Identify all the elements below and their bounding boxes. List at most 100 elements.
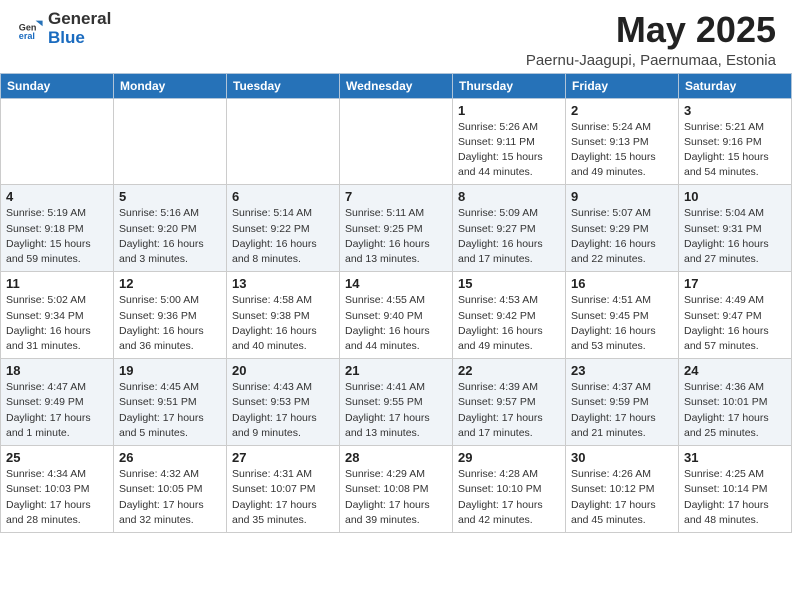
day-info: Sunrise: 4:55 AM Sunset: 9:40 PM Dayligh… [345,293,447,354]
day-number: 11 [6,276,108,291]
day-info: Sunrise: 4:58 AM Sunset: 9:38 PM Dayligh… [232,293,334,354]
day-number: 8 [458,189,560,204]
day-info: Sunrise: 4:39 AM Sunset: 9:57 PM Dayligh… [458,380,560,441]
day-cell: 11 Sunrise: 5:02 AM Sunset: 9:34 PM Dayli… [1,272,114,359]
day-number: 16 [571,276,673,291]
day-info: Sunrise: 4:51 AM Sunset: 9:45 PM Dayligh… [571,293,673,354]
day-cell [340,98,453,185]
day-number: 6 [232,189,334,204]
day-cell: 20 Sunrise: 4:43 AM Sunset: 9:53 PM Dayli… [227,359,340,446]
day-info: Sunrise: 4:25 AM Sunset: 10:14 PM Daylig… [684,467,786,528]
day-cell: 9 Sunrise: 5:07 AM Sunset: 9:29 PM Daylig… [566,185,679,272]
day-number: 12 [119,276,221,291]
day-info: Sunrise: 4:37 AM Sunset: 9:59 PM Dayligh… [571,380,673,441]
day-cell: 25Sunrise: 4:34 AM Sunset: 10:03 PM Dayl… [1,446,114,533]
day-info: Sunrise: 4:41 AM Sunset: 9:55 PM Dayligh… [345,380,447,441]
week-row-2: 4Sunrise: 5:19 AM Sunset: 9:18 PM Daylig… [1,185,792,272]
day-cell: 15Sunrise: 4:53 AM Sunset: 9:42 PM Dayli… [453,272,566,359]
day-cell: 19 Sunrise: 4:45 AM Sunset: 9:51 PM Dayli… [114,359,227,446]
day-cell: 27 Sunrise: 4:31 AM Sunset: 10:07 PM Dayl… [227,446,340,533]
day-number: 27 [232,450,334,465]
day-info: Sunrise: 4:49 AM Sunset: 9:47 PM Dayligh… [684,293,786,354]
day-cell: 24Sunrise: 4:36 AM Sunset: 10:01 PM Dayl… [679,359,792,446]
day-number: 13 [232,276,334,291]
day-info: Sunrise: 5:00 AM Sunset: 9:36 PM Dayligh… [119,293,221,354]
logo-icon: Gen eral [16,15,44,43]
day-info: Sunrise: 4:34 AM Sunset: 10:03 PM Daylig… [6,467,108,528]
day-number: 15 [458,276,560,291]
day-number: 21 [345,363,447,378]
day-cell [227,98,340,185]
weekday-header-wednesday: Wednesday [340,73,453,98]
calendar-table: SundayMondayTuesdayWednesdayThursdayFrid… [0,73,792,533]
day-number: 18 [6,363,108,378]
title-block: May 2025 Paernu-Jaagupi, Paernumaa, Esto… [526,10,776,69]
day-info: Sunrise: 5:19 AM Sunset: 9:18 PM Dayligh… [6,206,108,267]
day-cell [1,98,114,185]
day-cell: 30 Sunrise: 4:26 AM Sunset: 10:12 PM Dayl… [566,446,679,533]
day-info: Sunrise: 5:26 AM Sunset: 9:11 PM Dayligh… [458,120,560,181]
day-info: Sunrise: 5:02 AM Sunset: 9:34 PM Dayligh… [6,293,108,354]
weekday-header-thursday: Thursday [453,73,566,98]
day-cell: 1Sunrise: 5:26 AM Sunset: 9:11 PM Daylig… [453,98,566,185]
weekday-header-monday: Monday [114,73,227,98]
day-cell: 23Sunrise: 4:37 AM Sunset: 9:59 PM Dayli… [566,359,679,446]
logo: Gen eral General Blue [16,10,111,47]
day-number: 30 [571,450,673,465]
calendar-subtitle: Paernu-Jaagupi, Paernumaa, Estonia [526,52,776,69]
day-cell: 8 Sunrise: 5:09 AM Sunset: 9:27 PM Daylig… [453,185,566,272]
day-number: 5 [119,189,221,204]
day-cell: 17 Sunrise: 4:49 AM Sunset: 9:47 PM Dayli… [679,272,792,359]
day-number: 14 [345,276,447,291]
day-cell: 26Sunrise: 4:32 AM Sunset: 10:05 PM Dayl… [114,446,227,533]
day-number: 2 [571,103,673,118]
logo-text: General Blue [48,10,111,47]
page-header: Gen eral General Blue May 2025 Paernu-Ja… [0,0,792,73]
day-info: Sunrise: 4:31 AM Sunset: 10:07 PM Daylig… [232,467,334,528]
day-number: 19 [119,363,221,378]
day-number: 10 [684,189,786,204]
day-cell: 13 Sunrise: 4:58 AM Sunset: 9:38 PM Dayli… [227,272,340,359]
day-info: Sunrise: 5:04 AM Sunset: 9:31 PM Dayligh… [684,206,786,267]
logo-blue-text: Blue [48,29,111,48]
day-number: 9 [571,189,673,204]
day-info: Sunrise: 4:28 AM Sunset: 10:10 PM Daylig… [458,467,560,528]
day-info: Sunrise: 4:45 AM Sunset: 9:51 PM Dayligh… [119,380,221,441]
day-info: Sunrise: 5:07 AM Sunset: 9:29 PM Dayligh… [571,206,673,267]
day-number: 24 [684,363,786,378]
day-info: Sunrise: 4:47 AM Sunset: 9:49 PM Dayligh… [6,380,108,441]
svg-text:eral: eral [19,30,35,40]
day-cell: 3 Sunrise: 5:21 AM Sunset: 9:16 PM Daylig… [679,98,792,185]
day-info: Sunrise: 5:09 AM Sunset: 9:27 PM Dayligh… [458,206,560,267]
day-cell: 12 Sunrise: 5:00 AM Sunset: 9:36 PM Dayli… [114,272,227,359]
day-cell: 29 Sunrise: 4:28 AM Sunset: 10:10 PM Dayl… [453,446,566,533]
day-number: 17 [684,276,786,291]
day-cell: 6 Sunrise: 5:14 AM Sunset: 9:22 PM Daylig… [227,185,340,272]
day-info: Sunrise: 5:21 AM Sunset: 9:16 PM Dayligh… [684,120,786,181]
day-cell: 16 Sunrise: 4:51 AM Sunset: 9:45 PM Dayli… [566,272,679,359]
day-number: 20 [232,363,334,378]
day-number: 28 [345,450,447,465]
day-number: 26 [119,450,221,465]
weekday-header-row: SundayMondayTuesdayWednesdayThursdayFrid… [1,73,792,98]
week-row-1: 1Sunrise: 5:26 AM Sunset: 9:11 PM Daylig… [1,98,792,185]
day-number: 22 [458,363,560,378]
day-info: Sunrise: 4:43 AM Sunset: 9:53 PM Dayligh… [232,380,334,441]
day-number: 31 [684,450,786,465]
weekday-header-friday: Friday [566,73,679,98]
day-info: Sunrise: 4:29 AM Sunset: 10:08 PM Daylig… [345,467,447,528]
weekday-header-saturday: Saturday [679,73,792,98]
day-cell: 28 Sunrise: 4:29 AM Sunset: 10:08 PM Dayl… [340,446,453,533]
week-row-5: 25Sunrise: 4:34 AM Sunset: 10:03 PM Dayl… [1,446,792,533]
week-row-4: 18 Sunrise: 4:47 AM Sunset: 9:49 PM Dayli… [1,359,792,446]
day-info: Sunrise: 5:24 AM Sunset: 9:13 PM Dayligh… [571,120,673,181]
day-cell: 18 Sunrise: 4:47 AM Sunset: 9:49 PM Dayli… [1,359,114,446]
day-info: Sunrise: 4:26 AM Sunset: 10:12 PM Daylig… [571,467,673,528]
day-number: 3 [684,103,786,118]
logo-general-text: General [48,10,111,29]
day-info: Sunrise: 5:14 AM Sunset: 9:22 PM Dayligh… [232,206,334,267]
day-number: 29 [458,450,560,465]
day-cell: 21 Sunrise: 4:41 AM Sunset: 9:55 PM Dayli… [340,359,453,446]
weekday-header-tuesday: Tuesday [227,73,340,98]
day-info: Sunrise: 5:11 AM Sunset: 9:25 PM Dayligh… [345,206,447,267]
